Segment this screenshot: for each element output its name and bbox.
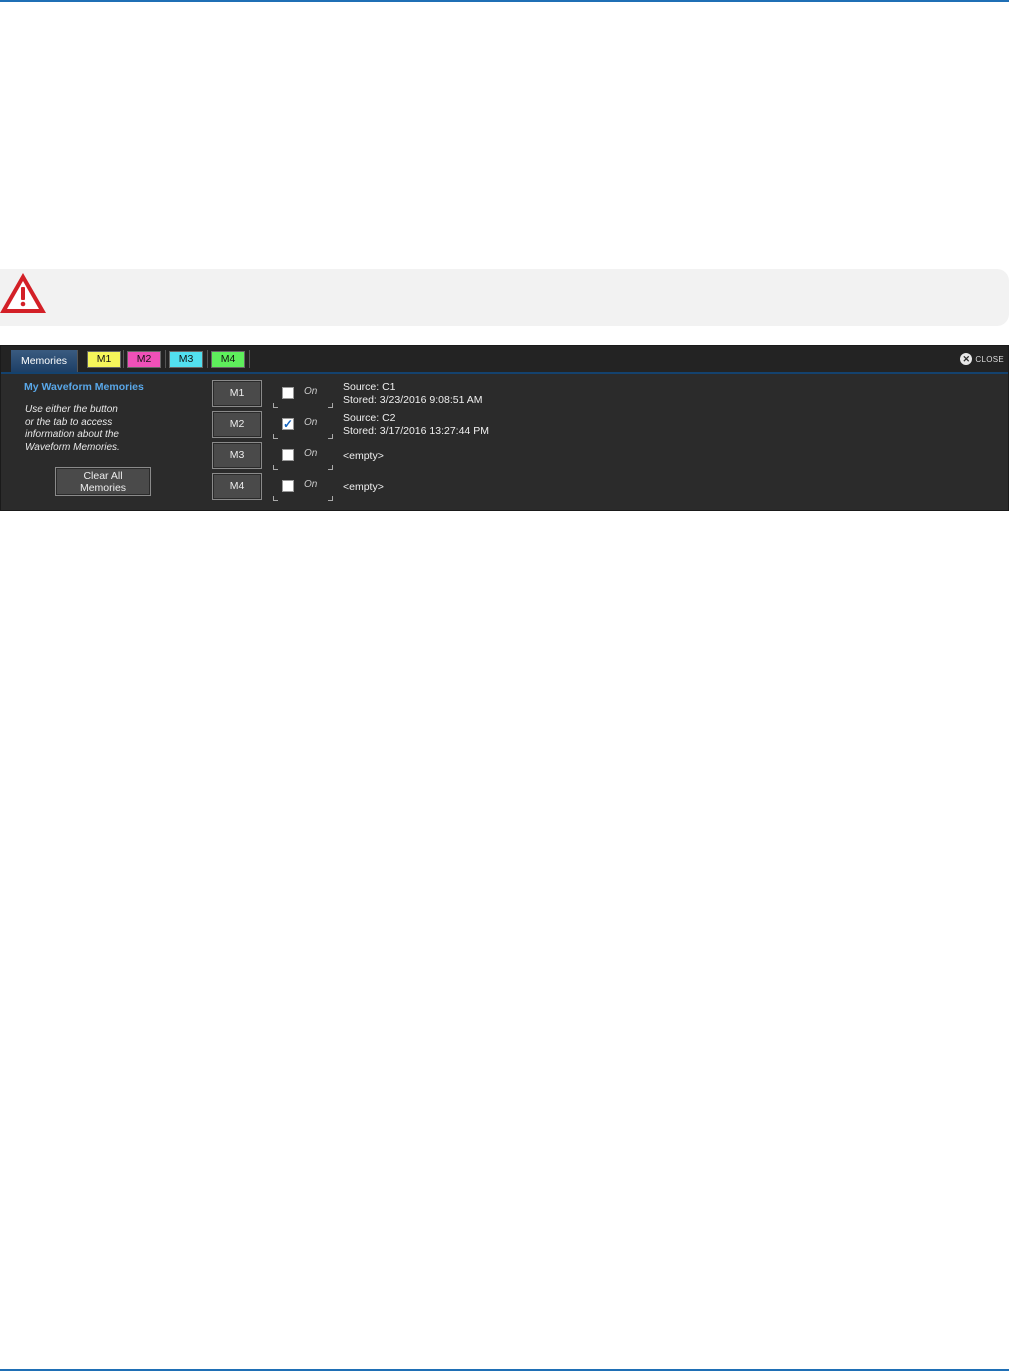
memory-m2-button[interactable]: M2 [212, 411, 262, 438]
memories-dialog: Memories M1 M2 M3 M4 ✕ CLOSE My Waveform… [0, 345, 1009, 511]
memory-empty: <empty> [343, 450, 384, 462]
help-line: information about the [25, 429, 119, 441]
memory-m4-on-toggle[interactable]: On [273, 473, 333, 501]
bracket-corner [328, 434, 333, 439]
tab-m1[interactable]: M1 [87, 351, 121, 368]
tab-m4[interactable]: M4 [211, 351, 245, 368]
bracket-corner [273, 403, 278, 408]
panel-title: My Waveform Memories [24, 381, 144, 393]
clear-all-memories-button[interactable]: Clear All Memories [55, 467, 151, 496]
tab-bar: Memories M1 M2 M3 M4 ✕ CLOSE [1, 346, 1008, 374]
tab-m2[interactable]: M2 [127, 351, 161, 368]
memory-m1-checkbox[interactable] [282, 387, 294, 399]
on-label: On [304, 479, 318, 490]
memory-stored: Stored: 3/17/2016 13:27:44 PM [343, 424, 489, 437]
bracket-corner [328, 496, 333, 501]
bracket-corner [273, 434, 278, 439]
warning-triangle-icon [0, 273, 46, 313]
memory-m1-on-toggle[interactable]: On [273, 380, 333, 408]
memory-m1-info: Source: C1 Stored: 3/23/2016 9:08:51 AM [343, 381, 483, 406]
tab-divider [165, 350, 166, 368]
help-line: or the tab to access [25, 416, 113, 428]
memory-m4-button[interactable]: M4 [212, 473, 262, 500]
memory-m1-button[interactable]: M1 [212, 380, 262, 407]
memory-m2-info: Source: C2 Stored: 3/17/2016 13:27:44 PM [343, 412, 489, 437]
memory-m3-on-toggle[interactable]: On [273, 442, 333, 470]
tab-divider [249, 350, 250, 368]
clear-all-label-line2: Memories [79, 482, 127, 494]
close-button[interactable]: ✕ CLOSE [960, 352, 1004, 366]
checkmark-icon: ✓ [283, 417, 294, 431]
bottom-rule [0, 1369, 1009, 1371]
tab-divider [123, 350, 124, 368]
on-label: On [304, 386, 318, 397]
on-label: On [304, 448, 318, 459]
caution-banner [0, 269, 1009, 326]
help-text: Use either the button or the tab to acce… [25, 404, 155, 454]
tab-divider [207, 350, 208, 368]
memory-source: Source: C2 [343, 412, 396, 424]
memory-stored: Stored: 3/23/2016 9:08:51 AM [343, 393, 483, 406]
memory-m3-info: <empty> [343, 450, 384, 463]
bracket-corner [328, 403, 333, 408]
memory-m2-checkbox[interactable]: ✓ [282, 418, 294, 430]
memory-m2-on-toggle[interactable]: ✓ On [273, 411, 333, 439]
memory-m3-button[interactable]: M3 [212, 442, 262, 469]
clear-all-label-line1: Clear All [83, 470, 123, 482]
memory-m3-checkbox[interactable] [282, 449, 294, 461]
top-rule [0, 0, 1009, 2]
memory-m4-checkbox[interactable] [282, 480, 294, 492]
memory-source: Source: C1 [343, 381, 396, 393]
memory-m4-info: <empty> [343, 481, 384, 494]
bracket-corner [273, 465, 278, 470]
memory-empty: <empty> [343, 481, 384, 493]
on-label: On [304, 417, 318, 428]
bracket-corner [273, 496, 278, 501]
close-label: CLOSE [975, 354, 1004, 364]
tab-m3[interactable]: M3 [169, 351, 203, 368]
help-line: Use either the button [25, 404, 118, 415]
help-line: Waveform Memories. [25, 441, 120, 453]
bracket-corner [328, 465, 333, 470]
tab-memories[interactable]: Memories [11, 350, 78, 372]
close-icon: ✕ [960, 353, 973, 365]
